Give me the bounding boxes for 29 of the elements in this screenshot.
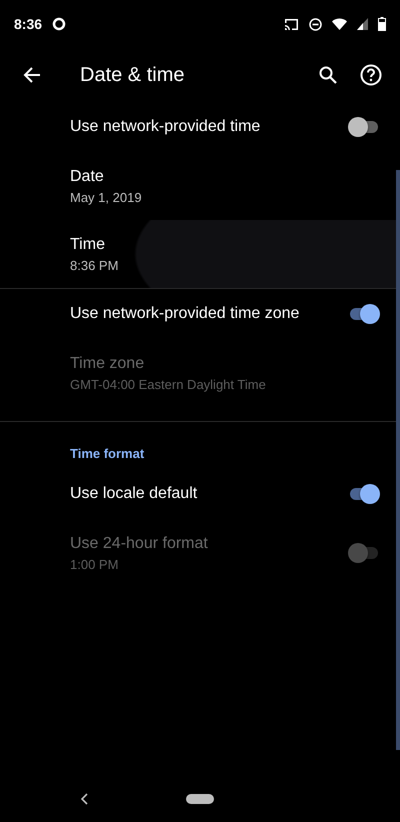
back-arrow-icon — [22, 65, 42, 85]
signal-icon — [357, 18, 368, 30]
do-not-disturb-icon — [309, 18, 322, 30]
page-title: Date & time — [80, 64, 186, 86]
setting-title: Use network-provided time zone — [70, 305, 300, 323]
setting-summary: May 1, 2019 — [70, 190, 143, 204]
status-time: 8:36 — [14, 16, 42, 32]
settings-row[interactable]: Use locale default — [0, 469, 400, 519]
battery-icon — [378, 17, 386, 31]
settings-row[interactable]: Use network-provided time zone — [0, 289, 400, 339]
setting-summary: 8:36 PM — [70, 258, 120, 272]
setting-title: Date — [70, 168, 105, 186]
setting-title: Time zone — [70, 354, 146, 372]
setting-title: Use network-provided time — [70, 118, 262, 136]
section-header: Time format — [69, 445, 146, 463]
wifi-icon — [332, 18, 347, 30]
home-pill[interactable] — [186, 794, 214, 804]
cast-icon — [284, 18, 299, 30]
setting-summary: GMT-04:00 Eastern Daylight Time — [70, 376, 267, 392]
search-icon — [318, 65, 338, 85]
settings-row[interactable]: Date May 1, 2019 — [0, 152, 400, 220]
setting-summary: 1:00 PM — [70, 556, 120, 572]
chevron-left-icon — [80, 793, 90, 805]
circle-icon — [52, 17, 66, 31]
setting-title: Use 24-hour format — [70, 534, 209, 552]
settings-row[interactable]: Use network-provided time — [0, 102, 400, 152]
setting-title: Time — [70, 236, 106, 254]
setting-title: Use locale default — [70, 485, 198, 503]
help-icon — [360, 64, 382, 86]
